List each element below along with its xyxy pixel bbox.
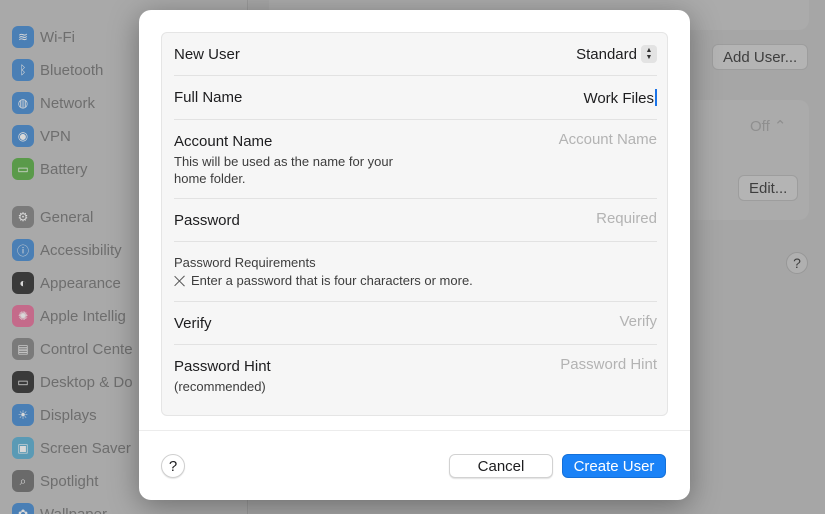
new-user-form: New User Standard ▲ ▼ Full Name Work File… <box>161 32 668 416</box>
password-hint-note: (recommended) <box>174 379 266 394</box>
sidebar-item-label: Wi-Fi <box>40 28 75 46</box>
row-account-name: Account Name This will be used as the na… <box>174 120 657 199</box>
row-password: Password <box>174 199 657 242</box>
sidebar-item-label: Screen Saver <box>40 439 131 457</box>
globe-icon: ◍ <box>12 92 34 114</box>
account-type-popup[interactable]: Standard ▲ ▼ <box>576 45 657 63</box>
account-name-input[interactable] <box>457 131 657 148</box>
sidebar-item-label: Wallpaper <box>40 505 107 514</box>
password-requirement-item: Enter a password that is four characters… <box>174 273 473 288</box>
chevron-updown-icon: ▲ ▼ <box>641 45 657 63</box>
bluetooth-icon: ᛒ <box>12 59 34 81</box>
sidebar-item-label: VPN <box>40 127 71 145</box>
sidebar-item-label: Spotlight <box>40 472 99 490</box>
full-name-label: Full Name <box>174 89 243 106</box>
full-name-field[interactable]: Work Files <box>583 89 657 107</box>
password-label: Password <box>174 212 240 229</box>
verify-input[interactable] <box>457 313 657 330</box>
sidebar-item-label: Bluetooth <box>40 61 104 79</box>
password-hint-label: Password Hint <box>174 358 271 375</box>
screensaver-icon: ▣ <box>12 437 34 459</box>
verify-label: Verify <box>174 315 212 332</box>
sparkle-icon: ✺ <box>12 305 34 327</box>
accessibility-icon: ⓘ <box>12 239 34 261</box>
add-user-button[interactable]: Add User... <box>712 44 809 70</box>
sidebar-item-label: Displays <box>40 406 97 424</box>
sun-icon: ☀ <box>12 404 34 426</box>
password-requirement-text: Enter a password that is four characters… <box>191 273 473 288</box>
sidebar-item-label: Network <box>40 94 96 112</box>
vpn-icon: ◉ <box>12 125 34 147</box>
edit-button[interactable]: Edit... <box>738 175 799 201</box>
sidebar-item-label: Desktop & Do <box>40 373 133 391</box>
password-input[interactable] <box>457 210 657 227</box>
off-popup[interactable]: Off ⌃ <box>750 117 786 135</box>
gear-icon: ⚙ <box>12 206 34 228</box>
help-button[interactable]: ? <box>161 454 185 478</box>
row-new-user: New User Standard ▲ ▼ <box>174 33 657 76</box>
password-hint-input[interactable] <box>457 356 657 373</box>
account-name-label: Account Name <box>174 133 273 150</box>
account-name-description: This will be used as the name for your h… <box>174 154 393 186</box>
row-verify: Verify <box>174 302 657 345</box>
sidebar-item-label: General <box>40 208 94 226</box>
background-help-button[interactable]: ? <box>786 252 808 274</box>
password-requirements-title: Password Requirements <box>174 255 316 270</box>
text-cursor <box>655 89 657 106</box>
sidebar-item-label: Accessibility <box>40 241 122 259</box>
create-user-button[interactable]: Create User <box>562 454 666 478</box>
sidebar-item-label: Appearance <box>40 274 121 292</box>
sidebar-item-label: Battery <box>40 160 88 178</box>
wallpaper-icon: ✿ <box>12 503 34 514</box>
appearance-icon: ◐ <box>12 272 34 294</box>
cancel-button[interactable]: Cancel <box>449 454 553 478</box>
battery-icon: ▭ <box>12 158 34 180</box>
sidebar-item-label: Apple Intellig <box>40 307 126 325</box>
account-type-value: Standard <box>576 45 637 63</box>
new-user-label: New User <box>174 46 240 63</box>
new-user-dialog: New User Standard ▲ ▼ Full Name Work File… <box>139 10 690 500</box>
off-label: Off <box>750 118 770 135</box>
control-center-icon: ▤ <box>12 338 34 360</box>
x-mark-icon <box>174 275 186 287</box>
wifi-icon: ≋ <box>12 26 34 48</box>
row-password-hint: Password Hint (recommended) <box>174 345 657 405</box>
sidebar-item-wallpaper[interactable]: ✿ Wallpaper <box>12 501 244 514</box>
dock-icon: ▭ <box>12 371 34 393</box>
magnifier-icon: ⌕ <box>12 470 34 492</box>
sidebar-item-label: Control Cente <box>40 340 133 358</box>
row-password-requirements: Password Requirements Enter a password t… <box>174 242 657 302</box>
dialog-divider <box>139 430 690 431</box>
row-full-name: Full Name Work Files <box>174 76 657 120</box>
full-name-value: Work Files <box>583 90 654 107</box>
